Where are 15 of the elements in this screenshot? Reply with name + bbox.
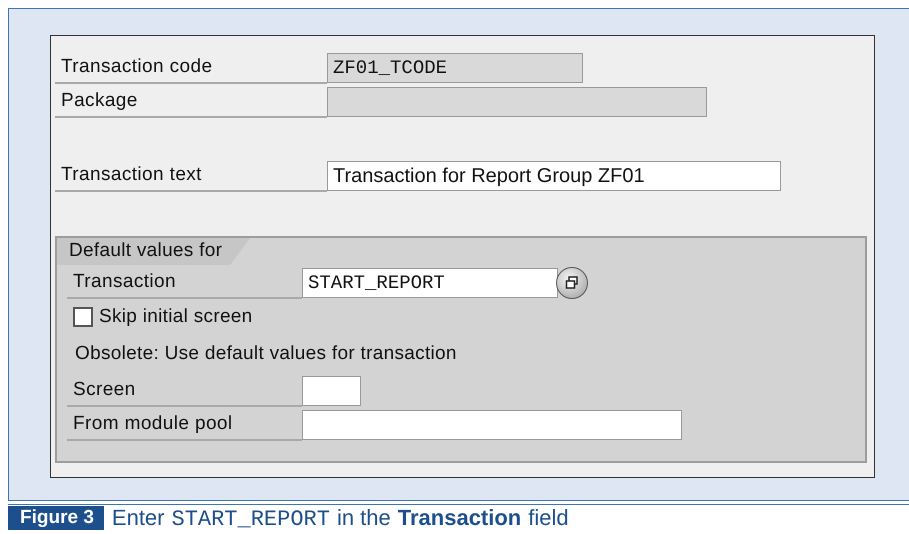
field-label: Package xyxy=(55,90,327,118)
note-text: Obsolete: Use default values for transaction xyxy=(75,343,457,365)
checkbox-label: Skip initial screen xyxy=(99,306,253,328)
windows-icon xyxy=(565,276,579,290)
input-field[interactable] xyxy=(302,376,361,406)
input-field[interactable] xyxy=(302,410,682,440)
figure-number: Figure 3 xyxy=(8,506,104,530)
field-label: Transaction text xyxy=(55,164,327,192)
group-title: Default values for xyxy=(57,238,250,265)
value-help-button[interactable] xyxy=(556,267,588,299)
input-field[interactable]: Transaction for Report Group ZF01 xyxy=(327,161,781,191)
field-label: Transaction code xyxy=(55,56,327,84)
input-field[interactable]: START_REPORT xyxy=(302,268,558,298)
figure-caption: Enter START_REPORT in the Transaction field xyxy=(112,504,569,532)
checkbox[interactable] xyxy=(73,307,93,327)
